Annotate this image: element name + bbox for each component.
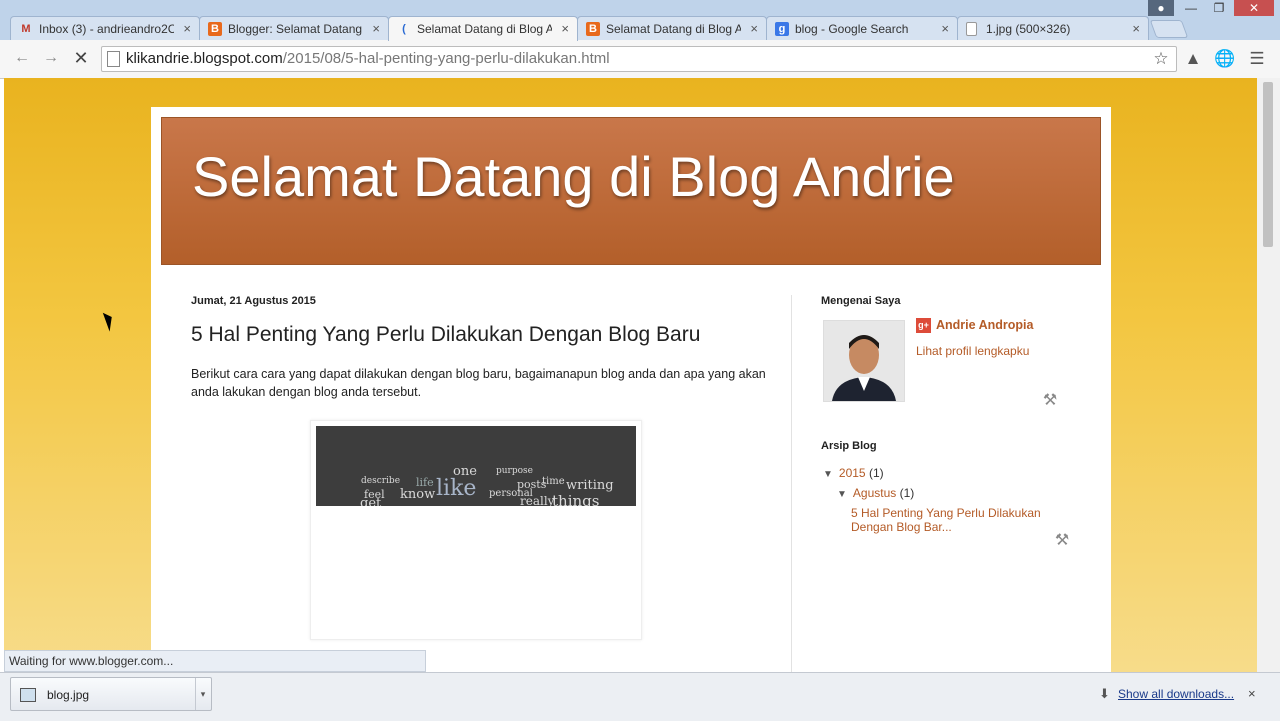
scrollbar[interactable] (1257, 78, 1280, 672)
blog-container: Selamat Datang di Blog Andrie Jumat, 21 … (151, 107, 1111, 672)
archive-year-count: (1) (868, 466, 884, 480)
address-domain: klikandrie.blogspot.com (126, 50, 283, 67)
download-item[interactable]: blog.jpg ▾ (10, 677, 212, 711)
post-title[interactable]: 5 Hal Penting Yang Perlu Dilakukan Denga… (191, 323, 700, 347)
new-tab-button[interactable] (1149, 20, 1189, 38)
loading-icon: ( (402, 23, 406, 35)
cloud-word: life (416, 476, 434, 489)
archive-month-link[interactable]: Agustus (853, 486, 896, 500)
blogger-icon: B (208, 22, 222, 36)
avatar-portrait (824, 321, 904, 401)
cloud-word: writing (566, 478, 614, 493)
blog-header: Selamat Datang di Blog Andrie (161, 117, 1101, 265)
gmail-icon: M (21, 23, 31, 35)
close-window-icon[interactable]: ✕ (1234, 0, 1274, 16)
wrench-icon[interactable]: ⚒ (1052, 531, 1072, 551)
tab-label: blog - Google Search (795, 22, 909, 36)
status-bubble: Waiting for www.blogger.com... (4, 650, 426, 672)
close-icon[interactable]: × (372, 17, 380, 40)
triangle-down-icon[interactable]: ▼ (837, 489, 847, 500)
close-icon[interactable]: × (183, 17, 191, 40)
tab-label: Selamat Datang di Blog A (417, 22, 552, 36)
profile-link[interactable]: Lihat profil lengkapku (916, 344, 1029, 358)
archive-year[interactable]: ▼ 2015 (1) (823, 466, 884, 480)
download-icon: ⬇ (1099, 686, 1110, 701)
tab-label: 1.jpg (500×326) (986, 22, 1071, 36)
wrench-icon[interactable]: ⚒ (1040, 391, 1060, 411)
star-icon[interactable]: ☆ (1150, 48, 1172, 70)
cloud-word: purpose (496, 466, 533, 476)
forward-icon[interactable]: → (40, 48, 62, 68)
address-path: /2015/08/5-hal-penting-yang-perlu-dilaku… (282, 50, 610, 67)
cloud-word: time (542, 476, 565, 487)
close-icon[interactable]: × (561, 17, 569, 41)
archive-heading: Arsip Blog (821, 440, 877, 452)
tab-gmail[interactable]: M Inbox (3) - andrieandro2C × (10, 16, 200, 40)
archive-post-link[interactable]: 5 Hal Penting Yang Perlu Dilakukan Denga… (851, 506, 1071, 534)
tab-label: Inbox (3) - andrieandro2C (39, 22, 174, 36)
word-cloud-image: one like know writing things posts time … (316, 426, 636, 506)
tab-image[interactable]: 1.jpg (500×326) × (957, 16, 1149, 40)
post-date: Jumat, 21 Agustus 2015 (191, 295, 316, 307)
archive-year-link[interactable]: 2015 (839, 466, 866, 480)
globe-icon[interactable]: 🌐 (1214, 48, 1236, 70)
cloud-word: describe (361, 476, 401, 486)
minimize-icon[interactable]: — (1178, 0, 1204, 16)
image-file-icon (20, 688, 36, 702)
back-icon[interactable]: ← (11, 48, 33, 68)
archive-month-count: (1) (899, 486, 915, 500)
close-icon[interactable]: × (941, 17, 949, 40)
tab-label: Selamat Datang di Blog A (606, 22, 741, 36)
triangle-down-icon[interactable]: ▼ (823, 469, 833, 480)
scrollbar-thumb[interactable] (1263, 82, 1273, 247)
address-bar[interactable]: klikandrie.blogspot.com/2015/08/5-hal-pe… (101, 46, 1177, 72)
tab-blog-active[interactable]: ( Selamat Datang di Blog A × (388, 16, 578, 41)
close-icon[interactable]: × (1248, 686, 1256, 701)
restore-icon[interactable]: ❐ (1206, 0, 1232, 16)
post-image[interactable]: one like know writing things posts time … (310, 420, 642, 640)
menu-icon[interactable]: ☰ (1246, 48, 1268, 70)
download-file-name: blog.jpg (47, 688, 90, 702)
cloud-word: like (436, 476, 477, 501)
extension-icon[interactable]: ▲ (1182, 48, 1204, 70)
page-icon (107, 51, 120, 67)
stop-icon[interactable]: ✕ (70, 48, 92, 68)
cloud-word: things (552, 492, 600, 506)
dropdown-arrow-icon[interactable]: ▾ (195, 678, 210, 710)
post-body: Berikut cara cara yang dapat dilakukan d… (191, 367, 766, 399)
google-plus-icon: g+ (916, 318, 931, 333)
google-icon: g (775, 22, 789, 36)
cloud-word: know (400, 487, 436, 502)
user-icon[interactable]: ● (1148, 0, 1174, 16)
tab-label: Blogger: Selamat Datang (228, 22, 363, 36)
avatar[interactable] (823, 320, 905, 402)
author-link[interactable]: Andrie Andropia (936, 318, 1033, 332)
blog-title[interactable]: Selamat Datang di Blog Andrie (192, 144, 955, 209)
blogger-icon: B (586, 22, 600, 36)
tab-google-search[interactable]: g blog - Google Search × (766, 16, 958, 40)
tab-blog[interactable]: B Selamat Datang di Blog A × (577, 16, 767, 40)
column-divider (791, 295, 792, 672)
page-viewport: Selamat Datang di Blog Andrie Jumat, 21 … (4, 78, 1257, 672)
tab-blogger[interactable]: B Blogger: Selamat Datang × (199, 16, 389, 40)
about-heading: Mengenai Saya (821, 295, 901, 307)
close-icon[interactable]: × (1132, 17, 1140, 40)
image-file-icon (966, 22, 977, 36)
cloud-word: get (360, 496, 382, 506)
cloud-word: really (520, 494, 555, 506)
close-icon[interactable]: × (750, 17, 758, 40)
show-all-downloads-link[interactable]: Show all downloads... (1118, 687, 1234, 701)
archive-month[interactable]: ▼ Agustus (1) (837, 486, 914, 500)
